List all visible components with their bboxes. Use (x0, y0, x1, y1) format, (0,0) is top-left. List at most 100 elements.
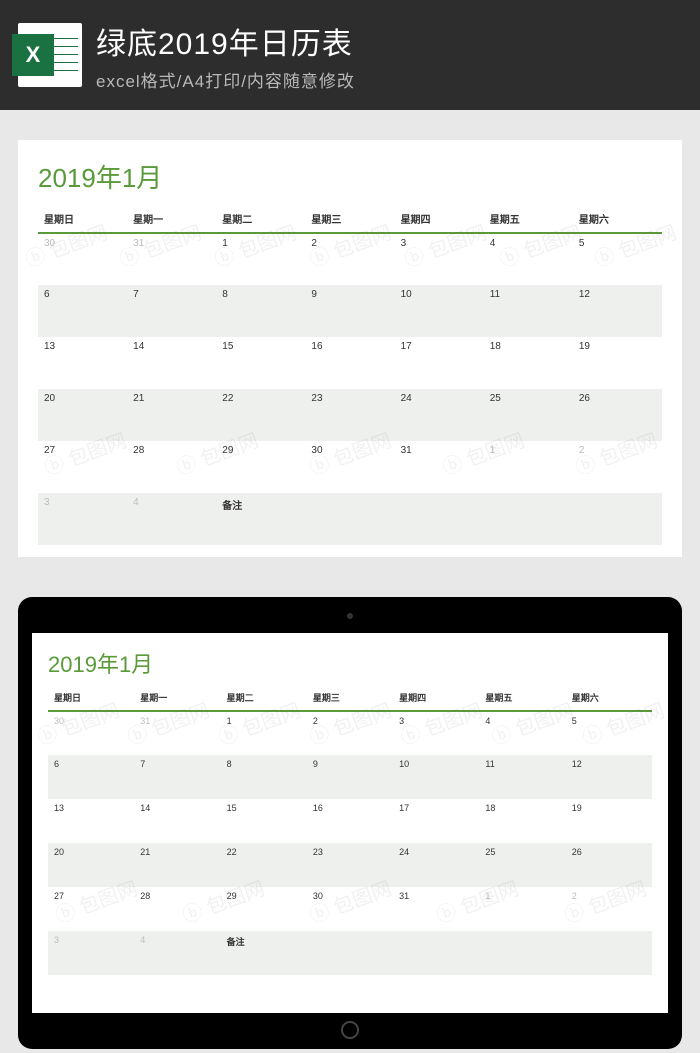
day-cell: 17 (393, 799, 479, 843)
day-cell: 6 (38, 285, 127, 337)
weekday-row: 星期日星期一星期二星期三星期四星期五星期六 (38, 207, 662, 233)
day-cell (573, 493, 662, 545)
day-cell: 12 (573, 285, 662, 337)
excel-sheet-lines (54, 31, 78, 79)
calendar-grid: 星期日星期一星期二星期三星期四星期五星期六 303112345678910111… (38, 207, 662, 545)
day-cell: 22 (216, 389, 305, 441)
weekday-header: 星期二 (216, 207, 305, 233)
day-cell: 20 (48, 843, 134, 887)
weekday-header: 星期四 (393, 687, 479, 711)
day-cell (566, 931, 652, 975)
day-cell: 16 (307, 799, 393, 843)
day-cell: 2 (305, 233, 394, 285)
day-cell: 4 (127, 493, 216, 545)
weekday-header: 星期五 (479, 687, 565, 711)
day-cell: 30 (48, 711, 134, 755)
note-cell: 备注 (216, 493, 305, 545)
day-cell (307, 931, 393, 975)
day-cell: 11 (484, 285, 573, 337)
day-cell: 15 (216, 337, 305, 389)
calendar-card-small: 2019年1月 星期日星期一星期二星期三星期四星期五星期六 3031123456… (32, 633, 668, 989)
calendar-row: 6789101112 (48, 755, 652, 799)
day-cell: 9 (307, 755, 393, 799)
calendar-row: 13141516171819 (38, 337, 662, 389)
calendar-row: 272829303112 (48, 887, 652, 931)
day-cell: 29 (221, 887, 307, 931)
weekday-header: 星期五 (484, 207, 573, 233)
day-cell: 25 (484, 389, 573, 441)
calendar-month-title-small: 2019年1月 (48, 647, 652, 679)
day-cell: 24 (395, 389, 484, 441)
day-cell: 1 (221, 711, 307, 755)
day-cell (395, 493, 484, 545)
day-cell: 12 (566, 755, 652, 799)
tablet-screen: 2019年1月 星期日星期一星期二星期三星期四星期五星期六 3031123456… (32, 633, 668, 1013)
day-cell: 4 (479, 711, 565, 755)
day-cell: 18 (484, 337, 573, 389)
calendar-row: 20212223242526 (38, 389, 662, 441)
day-cell: 24 (393, 843, 479, 887)
calendar-row: 272829303112 (38, 441, 662, 493)
calendar-row: 34备注 (48, 931, 652, 975)
header-text: 绿底2019年日历表 excel格式/A4打印/内容随意修改 (96, 19, 355, 92)
day-cell: 19 (573, 337, 662, 389)
weekday-header: 星期六 (573, 207, 662, 233)
day-cell: 11 (479, 755, 565, 799)
day-cell: 27 (38, 441, 127, 493)
day-cell: 7 (127, 285, 216, 337)
calendar-row: 303112345 (38, 233, 662, 285)
day-cell: 8 (221, 755, 307, 799)
day-cell: 5 (566, 711, 652, 755)
day-cell: 29 (216, 441, 305, 493)
day-cell: 17 (395, 337, 484, 389)
weekday-header: 星期三 (307, 687, 393, 711)
day-cell: 4 (484, 233, 573, 285)
day-cell: 1 (479, 887, 565, 931)
note-cell: 备注 (221, 931, 307, 975)
day-cell: 4 (134, 931, 220, 975)
calendar-grid-small: 星期日星期一星期二星期三星期四星期五星期六 303112345678910111… (48, 687, 652, 975)
day-cell: 3 (38, 493, 127, 545)
day-cell: 20 (38, 389, 127, 441)
weekday-header: 星期三 (305, 207, 394, 233)
day-cell: 19 (566, 799, 652, 843)
day-cell (484, 493, 573, 545)
tablet-frame: 2019年1月 星期日星期一星期二星期三星期四星期五星期六 3031123456… (18, 597, 682, 1049)
day-cell: 2 (566, 887, 652, 931)
day-cell: 18 (479, 799, 565, 843)
day-cell: 28 (127, 441, 216, 493)
page-title: 绿底2019年日历表 (96, 19, 355, 63)
day-cell: 31 (127, 233, 216, 285)
calendar-row: 6789101112 (38, 285, 662, 337)
day-cell: 5 (573, 233, 662, 285)
day-cell: 7 (134, 755, 220, 799)
day-cell: 30 (38, 233, 127, 285)
day-cell: 26 (573, 389, 662, 441)
day-cell: 3 (395, 233, 484, 285)
day-cell: 26 (566, 843, 652, 887)
day-cell: 31 (395, 441, 484, 493)
day-cell: 6 (48, 755, 134, 799)
day-cell: 13 (48, 799, 134, 843)
calendar-row: 34备注 (38, 493, 662, 545)
weekday-header: 星期日 (48, 687, 134, 711)
excel-badge: X (12, 34, 54, 76)
weekday-header: 星期一 (134, 687, 220, 711)
day-cell: 31 (134, 711, 220, 755)
day-cell: 30 (305, 441, 394, 493)
day-cell: 1 (484, 441, 573, 493)
header-bar: X 绿底2019年日历表 excel格式/A4打印/内容随意修改 (0, 0, 700, 110)
day-cell: 2 (307, 711, 393, 755)
day-cell: 22 (221, 843, 307, 887)
day-cell: 21 (127, 389, 216, 441)
calendar-month-title: 2019年1月 (38, 158, 662, 195)
day-cell: 9 (305, 285, 394, 337)
day-cell: 2 (573, 441, 662, 493)
day-cell: 27 (48, 887, 134, 931)
calendar-row: 13141516171819 (48, 799, 652, 843)
day-cell: 8 (216, 285, 305, 337)
day-cell: 30 (307, 887, 393, 931)
weekday-header: 星期四 (395, 207, 484, 233)
day-cell: 1 (216, 233, 305, 285)
day-cell: 23 (307, 843, 393, 887)
